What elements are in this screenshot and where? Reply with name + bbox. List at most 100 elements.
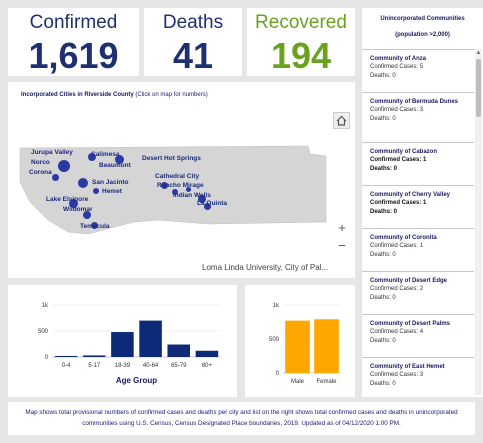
deaths-label: Deaths <box>162 12 224 33</box>
age-group-chart[interactable]: 0 500 1k 0-4 5-17 18-39 40-64 65-79 80+ Age Group <box>8 285 237 397</box>
sidebar-subtitle: (population >2,000) <box>395 32 450 38</box>
bar <box>195 350 219 357</box>
gender-chart-panel: 0 500 1k Male Female <box>245 285 355 397</box>
confirmed-count: 1 <box>423 200 427 206</box>
community-name: Community of Coronita <box>370 235 437 241</box>
y-tick-label: 1k <box>273 303 280 309</box>
y-tick-label: 1k <box>42 303 49 309</box>
x-tick-label: 65-79 <box>171 363 187 369</box>
community-name: Community of Desert Edge <box>370 278 448 284</box>
confirmed-count: 3 <box>419 372 424 378</box>
community-name: Community of East Hemet <box>370 364 445 370</box>
list-item[interactable]: Community of Coronita Confirmed Cases: 1… <box>362 228 474 271</box>
recovered-value: 194 <box>270 35 332 76</box>
x-tick-label: 80+ <box>202 363 213 369</box>
home-icon <box>336 115 347 126</box>
x-axis-title: Age Group <box>116 376 157 385</box>
list-item[interactable]: Community of Desert Palms Confirmed Case… <box>362 314 474 357</box>
death-count: 0 <box>392 251 396 258</box>
recovered-label: Recovered <box>255 12 347 33</box>
death-count: 0 <box>392 72 396 79</box>
scrollbar-thumb[interactable] <box>476 59 481 117</box>
confirmed-count: 3 <box>419 107 424 113</box>
city-label: Calimesa <box>91 151 120 158</box>
community-name: Community of Desert Palms <box>370 321 451 327</box>
bar <box>314 319 339 373</box>
city-label: Temecula <box>80 223 110 230</box>
list-item[interactable]: Community of Cabazon Confirmed Cases: 1 … <box>362 142 474 185</box>
list-item[interactable]: Community of Bermuda Dunes Confirmed Cas… <box>362 92 474 142</box>
x-tick-label: 0-4 <box>62 363 71 369</box>
y-tick-label: 500 <box>38 329 49 335</box>
bar <box>139 320 162 357</box>
confirmed-value: 1,619 <box>28 35 119 76</box>
y-tick-label: 0 <box>276 371 280 377</box>
community-name: Community of Anza <box>370 56 427 62</box>
county-shape[interactable] <box>8 82 355 278</box>
community-list[interactable]: Community of Anza Confirmed Cases: 5 Dea… <box>362 49 474 397</box>
city-label: Wildomar <box>63 206 93 213</box>
confirmed-card: Confirmed 1,619 <box>8 8 139 76</box>
city-label: Hemet <box>102 188 122 195</box>
list-item[interactable]: Community of East Hemet Confirmed Cases:… <box>362 357 474 397</box>
deaths-card: Deaths 41 <box>144 8 242 76</box>
city-label: Indian Wells <box>173 192 211 199</box>
map-panel[interactable]: Incorporated Cities in Riverside County … <box>8 82 355 278</box>
community-name: Community of Cherry Valley <box>370 192 451 198</box>
list-item[interactable]: Community of Cherry Valley Confirmed Cas… <box>362 185 474 228</box>
x-tick-label: Female <box>316 379 337 385</box>
death-count: 0 <box>392 294 396 301</box>
recovered-card: Recovered 194 <box>247 8 355 76</box>
confirmed-count: 5 <box>419 64 424 70</box>
deaths-value: 41 <box>172 35 214 76</box>
map-attribution: Loma Linda University, City of Pal... <box>202 263 329 272</box>
sidebar-title: Unincorporated Communities <box>380 16 465 22</box>
list-item[interactable]: Community of Desert Edge Confirmed Cases… <box>362 271 474 314</box>
confirmed-count: 2 <box>419 286 424 292</box>
sidebar-header: Unincorporated Communities (population >… <box>362 8 483 41</box>
bar <box>285 320 310 373</box>
city-label: Corona <box>29 169 52 176</box>
death-count: 0 <box>392 380 396 387</box>
city-label: Lake Elsinore <box>46 196 89 203</box>
gender-chart[interactable]: 0 500 1k Male Female <box>245 285 355 397</box>
city-label: Cathedral City <box>155 173 200 180</box>
age-chart-panel: 0 500 1k 0-4 5-17 18-39 40-64 65-79 80+ Age Group <box>8 285 237 397</box>
city-label: Rancho Mirage <box>157 182 204 189</box>
scroll-up-arrow[interactable]: ▲ <box>475 49 482 57</box>
bar <box>54 355 78 357</box>
sidebar-scrollbar[interactable]: ▲ <box>475 49 482 395</box>
city-label: San Jacinto <box>92 179 129 186</box>
bar <box>167 344 191 357</box>
community-name: Community of Bermuda Dunes <box>370 99 459 105</box>
death-count: 0 <box>392 337 396 344</box>
x-tick-label: 40-64 <box>143 363 159 369</box>
city-label: Jurupa Valley <box>31 149 73 156</box>
city-label: Desert Hot Springs <box>142 155 201 162</box>
bar <box>111 332 134 357</box>
unincorporated-sidebar: Unincorporated Communities (population >… <box>362 8 483 397</box>
y-tick-label: 500 <box>269 337 280 343</box>
confirmed-count: 1 <box>423 157 427 163</box>
y-tick-label: 0 <box>45 355 49 361</box>
city-label: La Quinta <box>197 200 227 207</box>
city-label: Beaumont <box>99 162 131 169</box>
confirmed-label: Confirmed <box>29 12 118 33</box>
x-tick-label: Male <box>291 379 305 385</box>
community-name: Community of Cabazon <box>370 149 437 155</box>
list-item[interactable]: Community of Anza Confirmed Cases: 5 Dea… <box>362 49 474 92</box>
home-button[interactable] <box>333 112 350 129</box>
footer-note: Map shows total provisional numbers of c… <box>8 402 475 435</box>
city-marker[interactable] <box>58 160 70 172</box>
x-tick-label: 5-17 <box>88 363 101 369</box>
death-count: 0 <box>392 115 396 122</box>
zoom-out-button[interactable]: − <box>335 239 349 253</box>
city-marker[interactable] <box>93 188 99 194</box>
city-marker[interactable] <box>78 178 88 188</box>
city-marker[interactable] <box>52 174 59 181</box>
city-label: Norco <box>31 159 50 166</box>
zoom-in-button[interactable]: + <box>335 221 349 235</box>
death-count: 0 <box>393 165 398 172</box>
bar <box>82 355 106 357</box>
x-tick-label: 18-39 <box>115 363 131 369</box>
